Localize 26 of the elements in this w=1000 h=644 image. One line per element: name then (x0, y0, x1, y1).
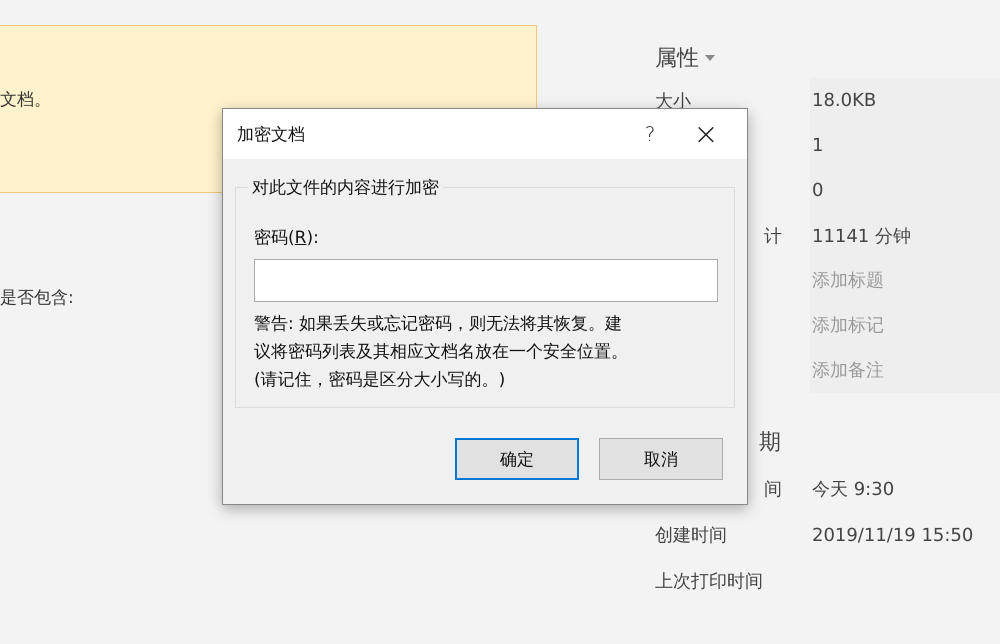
property-field[interactable]: 添加标题 (810, 258, 1000, 303)
ok-button[interactable]: 确定 (455, 438, 579, 480)
warning-text: 警告: 如果丢失或忘记密码，则无法将其恢复。建 议将密码列表及其相应文档名放在一个安全位置。 (请记住，密码是区分大小写的。) (254, 313, 629, 392)
inspect-text: 是否包含: (0, 287, 75, 309)
caret-icon (705, 55, 715, 61)
date-label: 上次打印时间 (655, 570, 763, 593)
property-field[interactable]: 添加标记 (810, 303, 1000, 348)
date-value: 2019/11/19 15:50 (811, 524, 974, 546)
property-value: 1 (810, 123, 1000, 168)
property-value: 11141 分钟 (810, 213, 1000, 258)
dialog-title: 加密文档 (237, 124, 306, 146)
date-label: 创建时间 (655, 524, 727, 547)
property-label: 计 (764, 224, 782, 248)
dates-heading: 期 (759, 429, 781, 457)
properties-heading[interactable]: 属性 (655, 43, 699, 73)
password-field[interactable] (254, 259, 718, 302)
notice-text: 文档。 (0, 90, 51, 110)
help-button[interactable]: ? (627, 114, 673, 154)
close-button[interactable]: × (683, 114, 729, 154)
cancel-button[interactable]: 取消 (599, 438, 723, 480)
property-value: 18.0KB (810, 78, 1000, 123)
password-label: 密码(R): (254, 227, 319, 249)
property-value: 0 (810, 168, 1000, 213)
date-label: 间 (764, 478, 782, 501)
date-value: 今天 9:30 (811, 478, 894, 501)
property-field[interactable]: 添加备注 (810, 348, 1000, 393)
